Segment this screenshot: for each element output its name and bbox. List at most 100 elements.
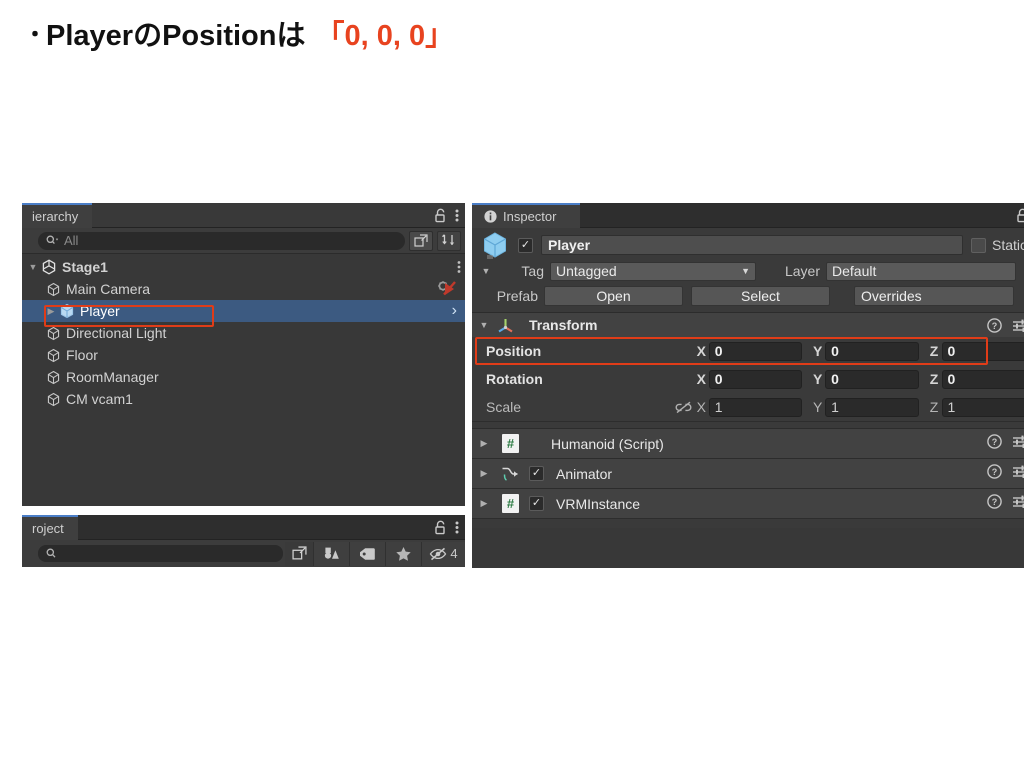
transform-header-actions: ? <box>987 313 1024 338</box>
tab-inspector[interactable]: Inspector <box>472 203 581 228</box>
help-circle-icon[interactable]: ? <box>987 434 1002 449</box>
object-name-field[interactable]: Player <box>541 235 963 255</box>
hierarchy-item-cm-vcam1[interactable]: CM vcam1 <box>22 388 465 410</box>
lock-icon[interactable] <box>434 520 447 535</box>
open-in-new-window-icon[interactable] <box>285 541 313 566</box>
scale-z-field[interactable]: 1 <box>941 397 1024 417</box>
kebab-menu-icon[interactable] <box>455 208 459 223</box>
prefab-select-button[interactable]: Select <box>691 286 830 306</box>
lock-icon[interactable] <box>434 208 447 223</box>
project-search-input[interactable] <box>38 545 283 562</box>
scale-x-value: 1 <box>714 399 723 415</box>
svg-text:?: ? <box>992 497 998 507</box>
chevron-right-icon[interactable]: › <box>452 300 461 322</box>
hierarchy-search-input[interactable]: All <box>38 231 405 250</box>
component-settings-icon[interactable] <box>1012 318 1024 333</box>
component-vrminstance[interactable]: ▶ # ✓ VRMInstance ? <box>472 488 1024 518</box>
scale-z-axis-label: Z <box>929 399 939 415</box>
static-toggle[interactable]: ✓ Static <box>970 237 1024 253</box>
tab-project[interactable]: roject <box>22 515 78 540</box>
tag-dropdown[interactable]: Untagged ▼ <box>550 261 756 281</box>
kebab-menu-icon[interactable] <box>455 520 459 535</box>
rotation-z-field[interactable]: 0 <box>941 369 1024 389</box>
filter-by-type-icon[interactable] <box>313 541 349 566</box>
prefab-select-label: Select <box>741 288 780 304</box>
rotation-y-field[interactable]: 0 <box>825 369 919 389</box>
object-enabled-checkbox[interactable]: ✓ <box>518 237 533 253</box>
help-circle-icon[interactable]: ? <box>987 494 1002 509</box>
foldout-arrow-stage1[interactable]: ▼ <box>26 262 40 272</box>
svg-text:?: ? <box>992 467 998 477</box>
help-circle-icon[interactable]: ? <box>987 464 1002 479</box>
position-y-field[interactable]: 0 <box>825 341 919 361</box>
position-label: Position <box>486 343 542 359</box>
inspector-bottom-spacer <box>472 518 1024 528</box>
layer-dropdown[interactable]: Default <box>826 261 1016 281</box>
gameobject-cube-icon <box>44 392 62 407</box>
scale-y-value: 1 <box>831 399 839 415</box>
prefab-cube-icon <box>58 303 76 319</box>
position-x-axis-label: X <box>696 343 706 359</box>
position-x-value: 0 <box>714 343 723 359</box>
layer-value: Default <box>832 263 877 279</box>
broken-link-icon[interactable] <box>673 401 694 414</box>
hierarchy-item-roommanager[interactable]: RoomManager <box>22 366 465 388</box>
layer-label: Layer <box>784 263 820 279</box>
prefab-open-button[interactable]: Open <box>544 286 683 306</box>
hierarchy-item-floor[interactable]: Floor <box>22 344 465 366</box>
project-tabbar-actions <box>434 515 459 540</box>
rotation-x-value: 0 <box>714 371 723 387</box>
transform-component-header[interactable]: ▼ Transform ? <box>472 312 1024 337</box>
vrminstance-enabled-checkbox[interactable]: ✓ <box>529 496 544 511</box>
lock-icon[interactable] <box>1016 208 1024 223</box>
component-settings-icon[interactable] <box>1012 434 1024 449</box>
hidden-packages-icon[interactable]: 4 <box>421 541 465 566</box>
component-humanoid-script[interactable]: ▶ # Humanoid (Script) ? <box>472 428 1024 458</box>
transform-title: Transform <box>529 317 598 333</box>
help-circle-icon[interactable]: ? <box>987 318 1002 333</box>
position-y-axis-label: Y <box>812 343 823 359</box>
component-settings-icon[interactable] <box>1012 494 1024 509</box>
object-foldout-arrow[interactable]: ▼ <box>480 266 492 276</box>
slide-root: ・PlayerのPositionは 「0, 0, 0」 ierarchy All… <box>0 0 1024 768</box>
rotation-x-field[interactable]: 0 <box>708 369 803 389</box>
alphabetical-sort-icon[interactable] <box>437 230 461 251</box>
hierarchy-stage1-menu[interactable] <box>457 256 461 278</box>
hierarchy-label-cm-vcam1: CM vcam1 <box>66 391 133 407</box>
position-x-field[interactable]: 0 <box>708 341 803 361</box>
star-favorite-icon[interactable] <box>385 541 421 566</box>
search-icon <box>46 548 58 559</box>
open-in-new-window-icon[interactable] <box>409 230 433 251</box>
inspector-tab-label: Inspector <box>503 209 557 224</box>
foldout-arrow-player[interactable]: ▶ <box>44 306 58 317</box>
project-panel: roject 4 <box>22 515 465 567</box>
hierarchy-item-main-camera[interactable]: Main Camera <box>22 278 465 300</box>
hierarchy-body: All ▼ Stage1 Main Camera ▶ Player › Dire… <box>22 228 465 505</box>
rotation-z-axis-label: Z <box>929 371 939 387</box>
hierarchy-item-stage1[interactable]: ▼ Stage1 <box>22 256 465 278</box>
hierarchy-item-player[interactable]: ▶ Player › <box>22 300 465 322</box>
vrminstance-foldout-arrow[interactable]: ▶ <box>478 498 490 509</box>
component-settings-icon[interactable] <box>1012 464 1024 479</box>
animator-enabled-checkbox[interactable]: ✓ <box>529 466 544 481</box>
static-checkbox[interactable]: ✓ <box>970 237 986 253</box>
search-dropdown-icon <box>46 235 59 246</box>
scale-y-field[interactable]: 1 <box>825 397 919 417</box>
component-animator[interactable]: ▶ ✓ Animator ? <box>472 458 1024 488</box>
scale-label: Scale <box>486 399 522 415</box>
prefab-cube-icon <box>480 230 510 260</box>
animator-foldout-arrow[interactable]: ▶ <box>478 468 490 479</box>
position-z-field[interactable]: 0 <box>941 341 1024 361</box>
hierarchy-label-player: Player <box>80 303 120 319</box>
scale-x-field[interactable]: 1 <box>708 397 803 417</box>
tab-hierarchy[interactable]: ierarchy <box>22 203 93 228</box>
prefab-broken-icon <box>435 278 461 300</box>
hierarchy-item-directional-light[interactable]: Directional Light <box>22 322 465 344</box>
humanoid-foldout-arrow[interactable]: ▶ <box>478 438 490 449</box>
prefab-overrides-button[interactable]: Overrides <box>854 286 1014 306</box>
prefab-row: Prefab Open Select Overrides <box>472 284 1024 308</box>
filter-by-label-icon[interactable] <box>349 541 385 566</box>
unity-editor-window: ierarchy All ▼ Stage1 Main Camera ▶ Play… <box>22 203 1024 568</box>
info-circle-icon <box>484 210 497 223</box>
transform-foldout-arrow[interactable]: ▼ <box>478 320 490 330</box>
